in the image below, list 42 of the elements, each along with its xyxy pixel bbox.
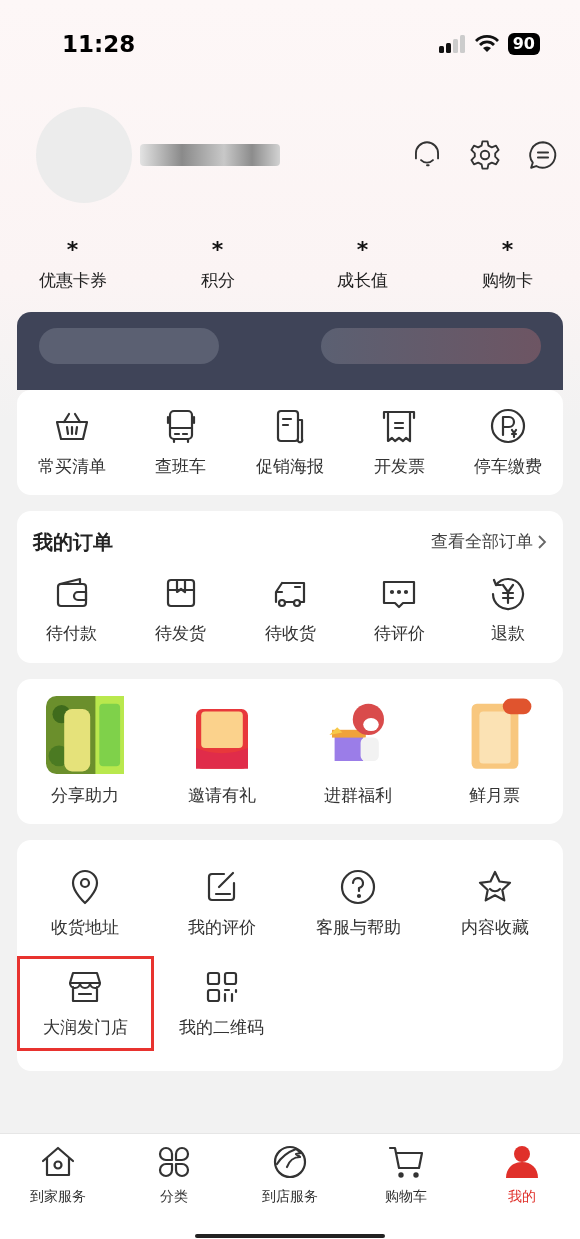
service-item[interactable]: 我的二维码 <box>153 955 290 1051</box>
chevron-right-icon <box>537 534 547 550</box>
membership-banner[interactable] <box>17 311 563 390</box>
service-item[interactable]: 客服与帮助 <box>290 856 427 952</box>
tool-item[interactable]: 常买清单 <box>17 405 127 479</box>
promo-label[interactable]: 进群福利 <box>324 782 393 808</box>
service-item[interactable]: 收货地址 <box>17 856 154 952</box>
signal-icon <box>437 34 466 54</box>
tool-item[interactable]: 停车缴费 <box>453 405 563 479</box>
view-all-orders-link[interactable]: 查看全部订单 <box>431 529 533 555</box>
tool-item[interactable]: 开发票 <box>344 405 454 479</box>
tab[interactable]: 到家服务 <box>0 1142 116 1239</box>
tab[interactable]: 到店服务 <box>232 1142 348 1239</box>
settings-icon <box>468 138 502 172</box>
wifi-icon <box>473 34 500 54</box>
tab[interactable]: 我的 <box>464 1142 580 1239</box>
stat-value: * <box>501 240 514 260</box>
tool-item[interactable]: 查班车 <box>126 405 236 479</box>
order-status-item[interactable]: 待发货 <box>126 573 236 647</box>
stat-label[interactable]: 购物卡 <box>482 268 533 294</box>
tool-item[interactable]: 促销海报 <box>235 405 345 479</box>
promo-label[interactable]: 鲜月票 <box>469 782 521 808</box>
tab[interactable]: 购物车 <box>348 1142 464 1239</box>
service-item[interactable]: 内容收藏 <box>426 856 563 952</box>
service-item[interactable]: 大润发门店 <box>17 955 154 1051</box>
stat-value: * <box>211 240 224 260</box>
tab[interactable]: 分类 <box>116 1142 232 1239</box>
stat-value: * <box>66 240 79 260</box>
section-title: 我的订单 <box>33 529 113 556</box>
promo-label[interactable]: 分享助力 <box>51 782 120 808</box>
stat-value: * <box>356 240 369 260</box>
order-status-item[interactable]: 退款 <box>453 573 563 647</box>
stat-label[interactable]: 优惠卡券 <box>38 268 107 294</box>
battery-level: 90 <box>507 33 540 55</box>
stat-label[interactable]: 成长值 <box>337 268 388 294</box>
status-time: 11:28 <box>62 29 136 59</box>
service-item[interactable]: 我的评价 <box>153 856 290 952</box>
order-status-item[interactable]: 待评价 <box>344 573 454 647</box>
order-status-item[interactable]: 待收货 <box>235 573 345 647</box>
stat-label[interactable]: 积分 <box>200 268 235 294</box>
promo-label[interactable]: 邀请有礼 <box>187 782 256 808</box>
order-status-item[interactable]: 待付款 <box>17 573 127 647</box>
